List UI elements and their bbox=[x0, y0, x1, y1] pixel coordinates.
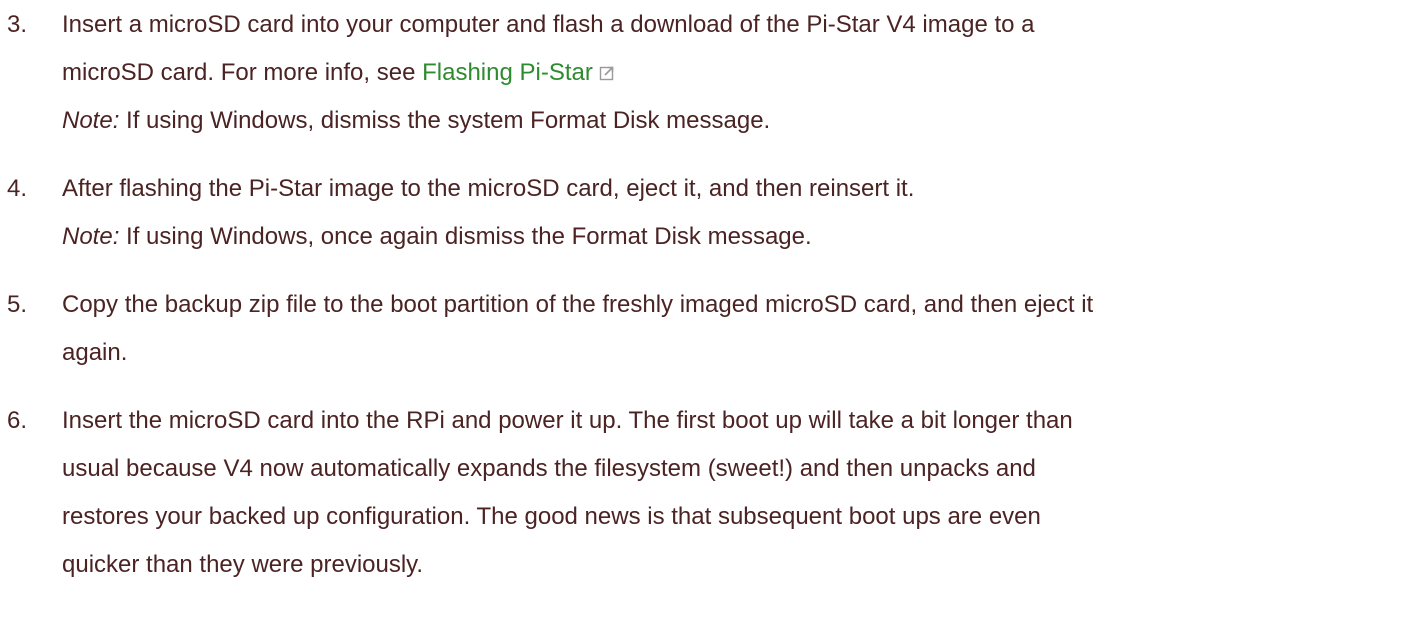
step-text-line: Copy the backup zip file to the boot par… bbox=[62, 291, 1094, 318]
step-text-line: After flashing the Pi-Star image to the … bbox=[62, 175, 915, 202]
step-text-line: again. bbox=[62, 339, 128, 366]
step-text-line: microSD card. For more info, see Flashin… bbox=[62, 49, 1403, 97]
step-text-line: usual because V4 now automatically expan… bbox=[62, 455, 1036, 482]
note-text: If using Windows, once again dismiss the… bbox=[119, 223, 812, 250]
flashing-pi-star-link[interactable]: Flashing Pi-Star bbox=[422, 59, 615, 86]
note-text: If using Windows, dismiss the system For… bbox=[119, 107, 771, 134]
step-number: 6. bbox=[7, 407, 28, 434]
step-number: 3. bbox=[7, 11, 28, 38]
step-text-line: quicker than they were previously. bbox=[62, 551, 424, 578]
step-number: 5. bbox=[7, 291, 28, 318]
link-label: Flashing Pi-Star bbox=[422, 59, 593, 86]
list-item-step-5: 5. Copy the backup zip file to the boot … bbox=[0, 281, 1403, 377]
step-text-line: restores your backed up configuration. T… bbox=[62, 503, 1041, 530]
note-label: Note: bbox=[62, 107, 120, 134]
list-item-step-6: 6. Insert the microSD card into the RPi … bbox=[0, 397, 1403, 589]
list-item-step-4: 4. After flashing the Pi-Star image to t… bbox=[0, 165, 1403, 261]
list-item-step-3: 3. Insert a microSD card into your compu… bbox=[0, 1, 1403, 145]
note-label: Note: bbox=[62, 223, 120, 250]
step-note: Note: If using Windows, dismiss the syst… bbox=[62, 97, 1403, 145]
step-text-line: Insert a microSD card into your computer… bbox=[62, 11, 1035, 38]
step-text-fragment: microSD card. For more info, see bbox=[62, 59, 423, 86]
step-note: Note: If using Windows, once again dismi… bbox=[62, 213, 1403, 261]
external-link-icon bbox=[599, 66, 614, 81]
step-number: 4. bbox=[7, 175, 28, 202]
step-text-line: Insert the microSD card into the RPi and… bbox=[62, 407, 1073, 434]
